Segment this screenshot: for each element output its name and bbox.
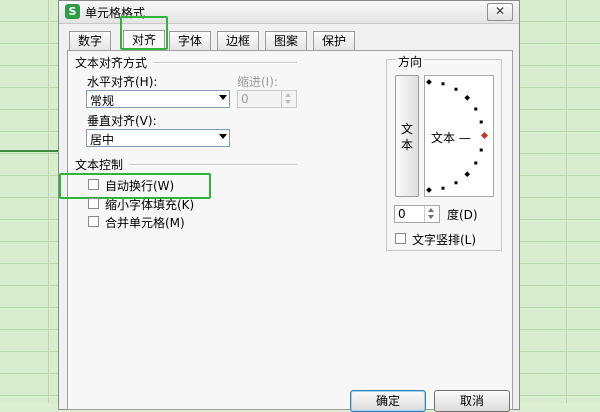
orientation-dial[interactable]: 文本 — [424, 75, 494, 197]
cancel-button[interactable]: 取消 [434, 390, 510, 412]
ok-button[interactable]: 确定 [350, 390, 426, 412]
alignment-tab-highlight [120, 16, 168, 50]
arrow-up-icon [428, 208, 434, 212]
vertical-stack-label: 文字竖排(L) [412, 233, 477, 247]
dial-dot [474, 161, 478, 165]
tab-border[interactable]: 边框 [217, 31, 259, 50]
text-control-group-label: 文本控制 [75, 158, 124, 172]
tab-font[interactable]: 字体 [169, 31, 211, 50]
horizontal-alignment-label: 水平对齐(H): [87, 75, 158, 89]
dial-dot [441, 186, 445, 190]
indent-label: 缩进(I): [237, 75, 278, 89]
vertical-text-button[interactable]: 文本 [395, 75, 419, 197]
vertical-text-label: 文本 [401, 122, 414, 152]
wrap-text-checkbox[interactable] [88, 179, 99, 190]
close-button[interactable]: ✕ [487, 3, 513, 21]
group-divider [129, 164, 297, 166]
group-divider [153, 62, 297, 64]
dial-handle[interactable] [480, 131, 489, 140]
indent-stepper[interactable]: 0 [237, 90, 297, 108]
wrap-text-label: 自动换行(W) [105, 179, 175, 193]
dial-dot [464, 171, 471, 178]
vertical-stack-checkbox[interactable] [395, 233, 406, 244]
orientation-group-label: 方向 [396, 53, 425, 70]
chevron-down-icon [219, 134, 227, 139]
tab-protection[interactable]: 保护 [313, 31, 355, 50]
vertical-alignment-label: 垂直对齐(V): [87, 114, 157, 128]
arrow-down-icon [285, 100, 291, 104]
merge-cells-label: 合并单元格(M) [105, 216, 185, 230]
vertical-alignment-select[interactable]: 居中 [86, 129, 230, 147]
text-alignment-group-label: 文本对齐方式 [75, 56, 148, 70]
dial-dot [479, 148, 483, 152]
horizontal-alignment-value: 常规 [90, 94, 115, 108]
arrow-up-icon [285, 93, 291, 97]
stepper-buttons [424, 206, 439, 222]
shrink-to-fit-label: 缩小字体填充(K) [105, 198, 195, 212]
chevron-down-icon [219, 95, 227, 100]
grid-line [566, 0, 567, 403]
degree-value: 0 [398, 207, 406, 221]
arrow-down-icon [428, 215, 434, 219]
shrink-to-fit-checkbox[interactable] [88, 198, 99, 209]
stepper-buttons [281, 91, 296, 107]
vertical-alignment-value: 居中 [90, 133, 115, 147]
indent-value: 0 [241, 92, 249, 106]
tab-pattern[interactable]: 图案 [265, 31, 307, 50]
degree-label: 度(D) [447, 208, 478, 222]
dial-dot [479, 120, 483, 124]
dial-dot [426, 187, 432, 193]
horizontal-alignment-select[interactable]: 常规 [86, 90, 230, 108]
dial-dot [441, 82, 445, 86]
dial-dot [454, 181, 458, 185]
dial-dot [474, 107, 478, 111]
app-logo-icon: S [65, 4, 80, 19]
dial-dot [426, 79, 432, 85]
grid-line [48, 0, 49, 403]
tab-number[interactable]: 数字 [69, 31, 111, 50]
dial-text-label: 文本 — [431, 131, 471, 145]
dial-dot [464, 94, 471, 101]
degree-stepper[interactable]: 0 [394, 205, 440, 223]
dial-dot [454, 87, 458, 91]
cell-border-line [0, 150, 58, 152]
merge-cells-checkbox[interactable] [88, 216, 99, 227]
